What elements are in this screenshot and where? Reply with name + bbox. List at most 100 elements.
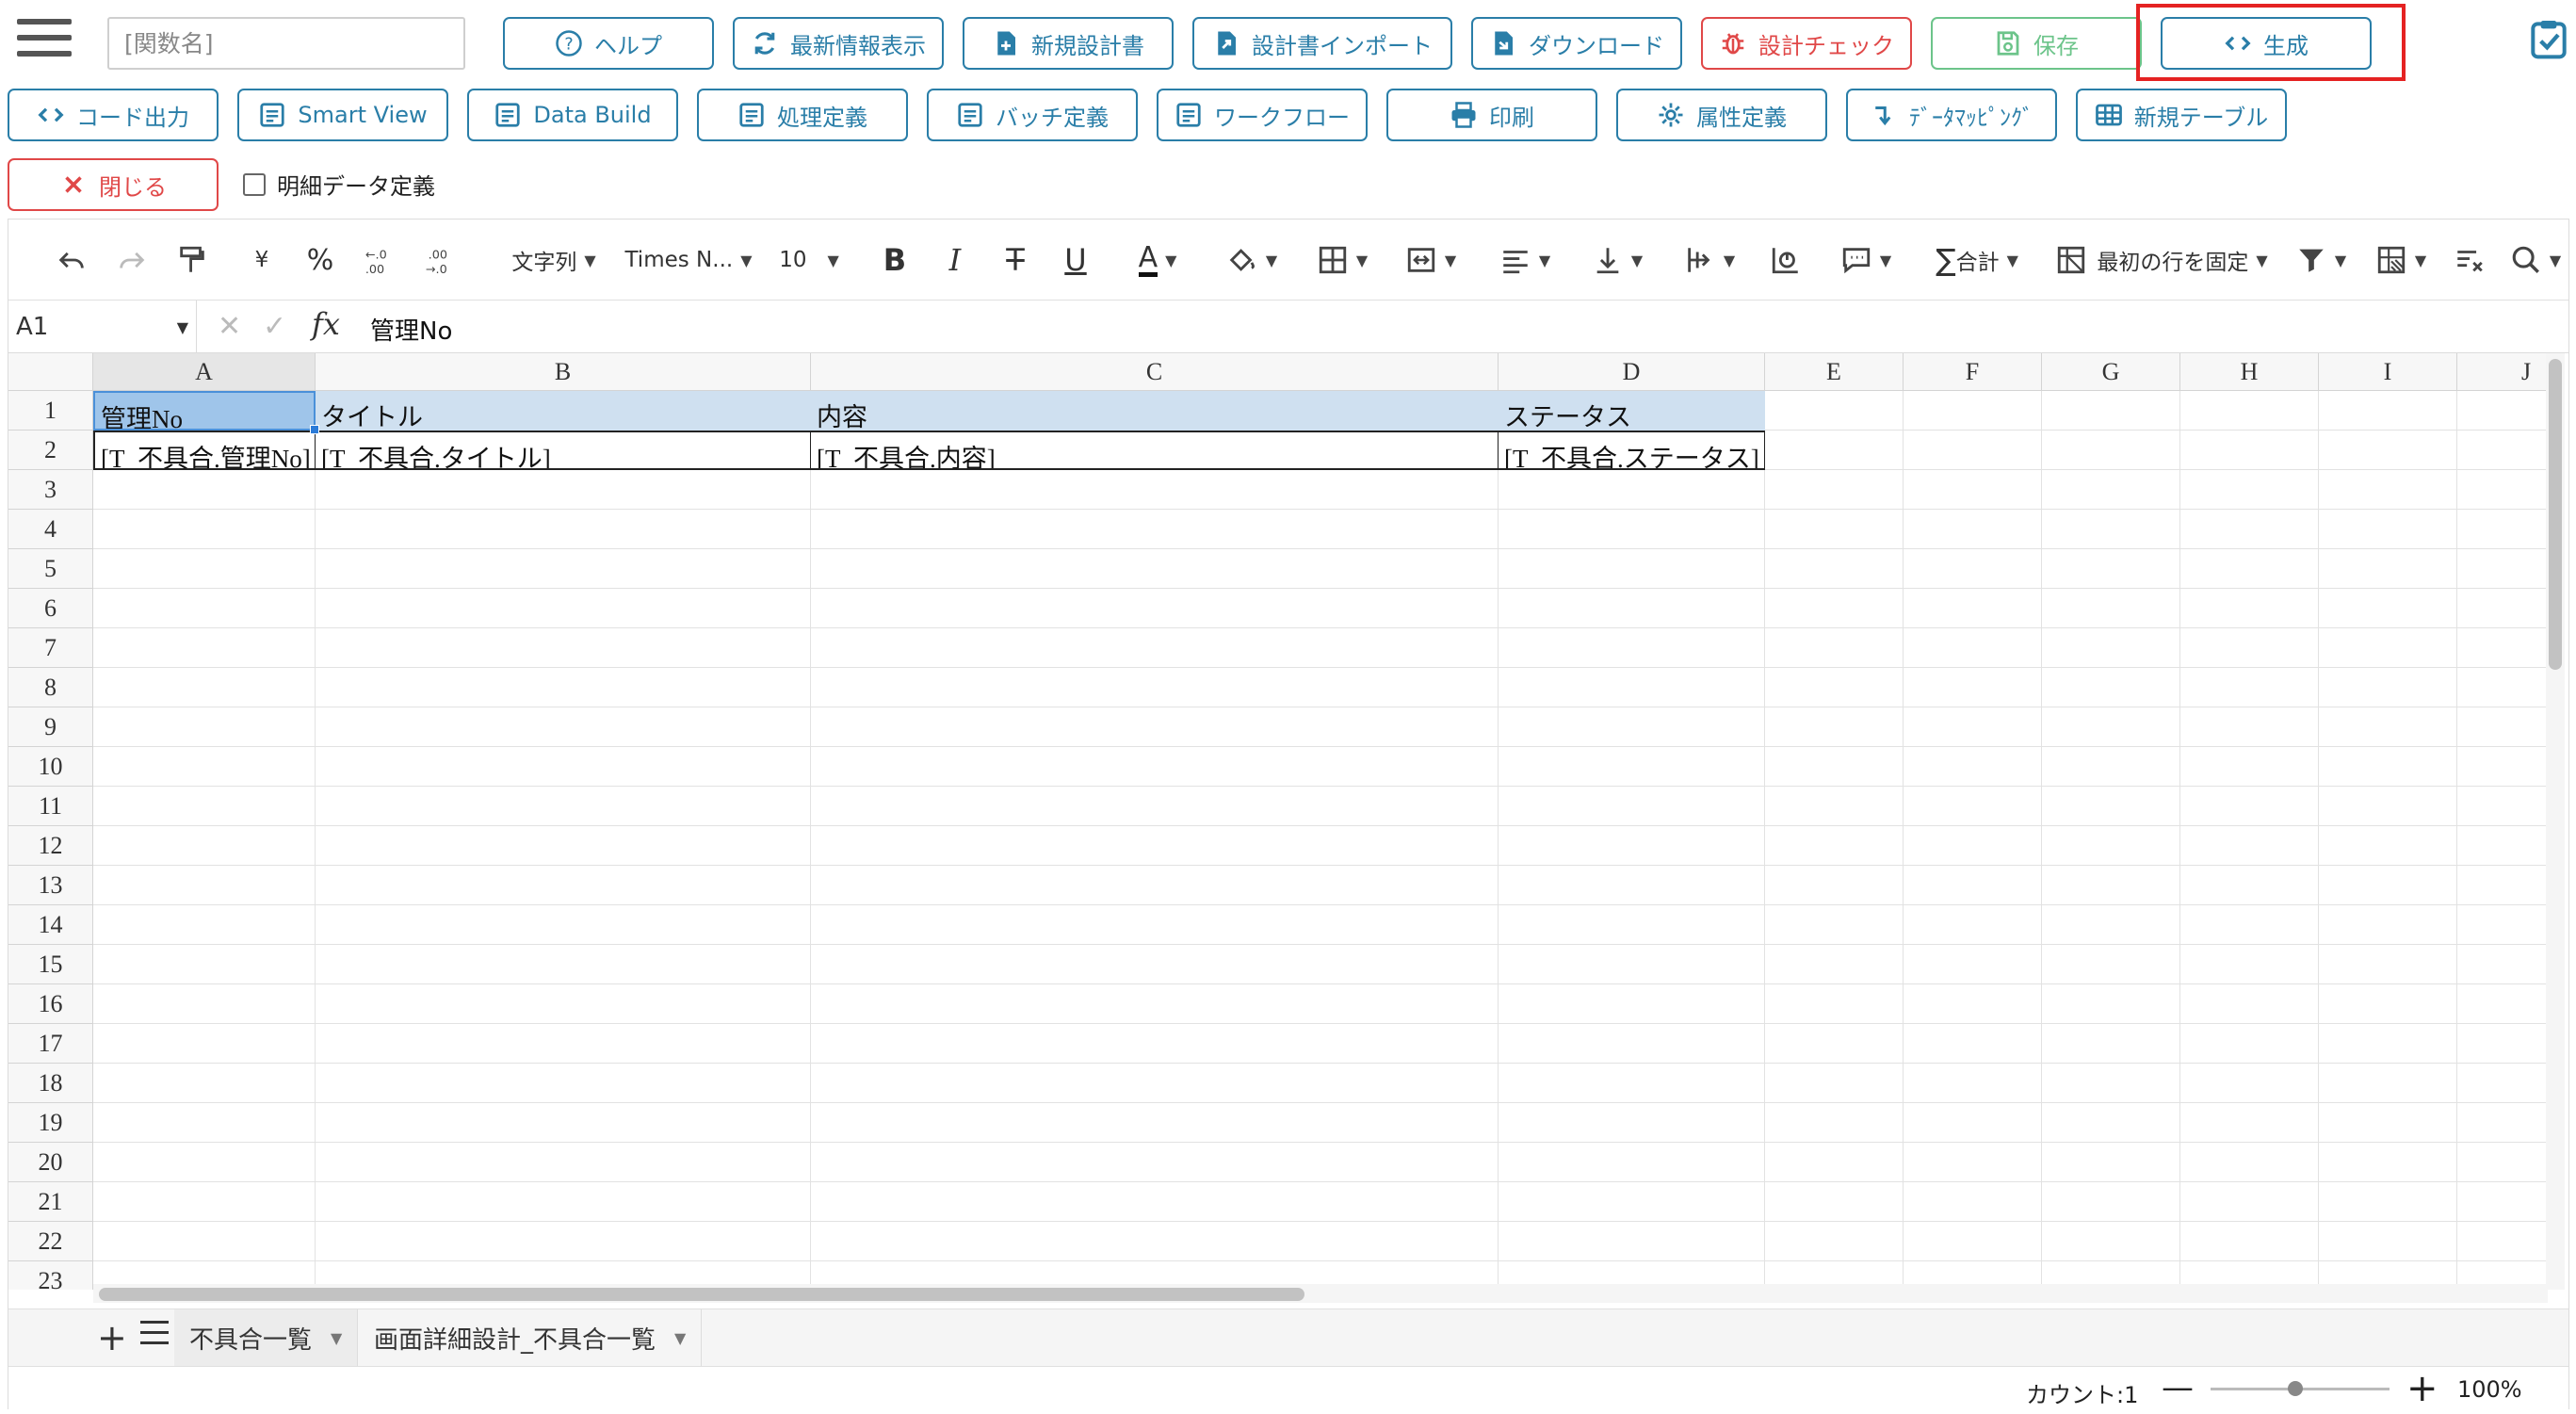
currency-format-button[interactable]: ¥ [240, 238, 284, 282]
zoom-slider-thumb[interactable] [2288, 1381, 2303, 1396]
data-build-button[interactable]: Data Build [467, 89, 678, 141]
column-header-h[interactable]: H [2180, 353, 2319, 391]
cell-a2[interactable]: [T_不具合.管理No] [93, 431, 316, 470]
search-icon[interactable]: ▼ [2503, 238, 2568, 282]
filter-icon[interactable]: ▼ [2288, 238, 2354, 282]
function-name-input[interactable] [107, 17, 465, 70]
save-button[interactable]: 保存 [1931, 17, 2142, 70]
horizontal-align-icon[interactable]: ▼ [1487, 238, 1563, 282]
row-header-20[interactable]: 20 [8, 1143, 93, 1182]
confirm-edit-icon[interactable]: ✓ [263, 310, 286, 343]
row-header-2[interactable]: 2 [8, 431, 93, 470]
column-header-e[interactable]: E [1765, 353, 1904, 391]
column-header-f[interactable]: F [1904, 353, 2042, 391]
workflow-button[interactable]: ワークフロー [1157, 89, 1368, 141]
row-header-12[interactable]: 12 [8, 826, 93, 866]
sheet-tab-1[interactable]: 画面詳細設計_不具合一覧 ▼ [359, 1309, 703, 1366]
name-box[interactable]: A1 ▼ [8, 301, 197, 353]
freeze-pane-dropdown[interactable]: 最初の行を固定 ▼ [2049, 238, 2275, 282]
cell-c1[interactable]: 内容 [811, 391, 1499, 431]
row-header-1[interactable]: 1 [8, 391, 93, 431]
row-header-18[interactable]: 18 [8, 1064, 93, 1103]
row-header-23[interactable]: 23 [8, 1261, 93, 1290]
row-header-6[interactable]: 6 [8, 589, 93, 628]
zoom-out-button[interactable]: — [2162, 1369, 2194, 1406]
row-header-5[interactable]: 5 [8, 549, 93, 589]
font-name-dropdown[interactable]: Times N... ▼ [623, 238, 754, 282]
column-header-i[interactable]: I [2319, 353, 2457, 391]
sheet-tab-0[interactable]: 不具合一覧 ▼ [174, 1309, 359, 1366]
cell-d1[interactable]: ステータス [1499, 391, 1765, 431]
detail-data-checkbox[interactable] [243, 172, 266, 196]
row-header-13[interactable]: 13 [8, 866, 93, 905]
cell-c2[interactable]: [T_不具合.内容] [811, 431, 1499, 470]
process-def-button[interactable]: 処理定義 [697, 89, 908, 141]
add-sheet-icon[interactable]: + [97, 1317, 127, 1358]
select-all-corner[interactable] [8, 353, 93, 391]
zoom-in-button[interactable]: + [2406, 1367, 2438, 1410]
bold-icon[interactable]: B [873, 238, 916, 282]
row-header-15[interactable]: 15 [8, 945, 93, 984]
vertical-scrollbar[interactable] [2546, 353, 2565, 1290]
close-button[interactable]: 閉じる [8, 158, 219, 211]
attr-def-button[interactable]: 属性定義 [1616, 89, 1827, 141]
italic-icon[interactable]: I [933, 238, 977, 282]
decrease-decimal-icon[interactable]: .00 →.0 [417, 238, 461, 282]
undo-icon[interactable] [50, 238, 93, 282]
conditional-format-icon[interactable]: ▼ [2363, 238, 2438, 282]
text-wrap-icon[interactable]: ▼ [1672, 238, 1747, 282]
sum-dropdown[interactable]: ∑ 合計 ▼ [1920, 238, 2033, 282]
strikethrough-icon[interactable]: T [994, 238, 1037, 282]
row-header-22[interactable]: 22 [8, 1222, 93, 1261]
row-header-14[interactable]: 14 [8, 905, 93, 945]
row-header-4[interactable]: 4 [8, 510, 93, 549]
vertical-align-icon[interactable]: ▼ [1580, 238, 1655, 282]
new-table-button[interactable]: 新規テーブル [2076, 89, 2287, 141]
row-header-10[interactable]: 10 [8, 747, 93, 787]
refresh-button[interactable]: 最新情報表示 [733, 17, 944, 70]
download-button[interactable]: ダウンロード [1471, 17, 1682, 70]
font-color-icon[interactable]: A ▼ [1120, 238, 1195, 282]
cell-d2[interactable]: [T_不具合.ステータス] [1499, 431, 1765, 470]
format-painter-icon[interactable] [170, 238, 214, 282]
data-mapping-button[interactable]: ﾃﾞｰﾀﾏｯﾋﾟﾝｸﾞ [1846, 89, 2057, 141]
clipboard-check-icon[interactable] [2530, 19, 2568, 60]
code-output-button[interactable]: コード出力 [8, 89, 219, 141]
chart-icon[interactable] [1764, 238, 1807, 282]
fill-color-icon[interactable]: ▼ [1214, 238, 1289, 282]
new-design-button[interactable]: 新規設計書 [963, 17, 1174, 70]
merge-cells-icon[interactable]: ▼ [1393, 238, 1468, 282]
print-button[interactable]: 印刷 [1386, 89, 1597, 141]
column-header-c[interactable]: C [811, 353, 1499, 391]
cell-b2[interactable]: [T_不具合.タイトル] [316, 431, 811, 470]
column-header-g[interactable]: G [2042, 353, 2180, 391]
row-header-21[interactable]: 21 [8, 1182, 93, 1222]
selection-fill-handle[interactable] [310, 425, 319, 434]
formula-input[interactable]: 管理No [370, 312, 452, 347]
hamburger-menu-icon[interactable] [17, 19, 72, 64]
row-header-7[interactable]: 7 [8, 628, 93, 668]
underline-icon[interactable]: U [1054, 238, 1097, 282]
horizontal-scrollbar[interactable] [93, 1284, 2548, 1303]
column-header-j[interactable]: J [2457, 353, 2548, 391]
row-header-9[interactable]: 9 [8, 707, 93, 747]
redo-icon[interactable] [110, 238, 154, 282]
font-size-dropdown[interactable]: 10 ▼ [771, 238, 847, 282]
row-header-11[interactable]: 11 [8, 787, 93, 826]
help-button[interactable]: ? ヘルプ [503, 17, 714, 70]
comment-icon[interactable]: ▼ [1828, 238, 1904, 282]
batch-def-button[interactable]: バッチ定義 [927, 89, 1138, 141]
cell-grid[interactable]: A B C D E F G H I J 1 2 3 4 5 6 7 8 9 10 11 12 13 14 15 16 17 18 19 2… [8, 353, 2548, 1290]
import-button[interactable]: 設計書インポート [1192, 17, 1452, 70]
row-header-17[interactable]: 17 [8, 1024, 93, 1064]
cancel-edit-icon[interactable]: ✕ [218, 310, 241, 343]
sheet-list-icon[interactable] [140, 1321, 169, 1351]
row-header-3[interactable]: 3 [8, 470, 93, 510]
percent-format-button[interactable]: % [299, 238, 342, 282]
design-check-button[interactable]: 設計チェック [1701, 17, 1912, 70]
cell-b1[interactable]: タイトル [316, 391, 811, 431]
clear-format-icon[interactable] [2448, 238, 2491, 282]
row-header-16[interactable]: 16 [8, 984, 93, 1024]
row-header-19[interactable]: 19 [8, 1103, 93, 1143]
column-header-d[interactable]: D [1499, 353, 1765, 391]
